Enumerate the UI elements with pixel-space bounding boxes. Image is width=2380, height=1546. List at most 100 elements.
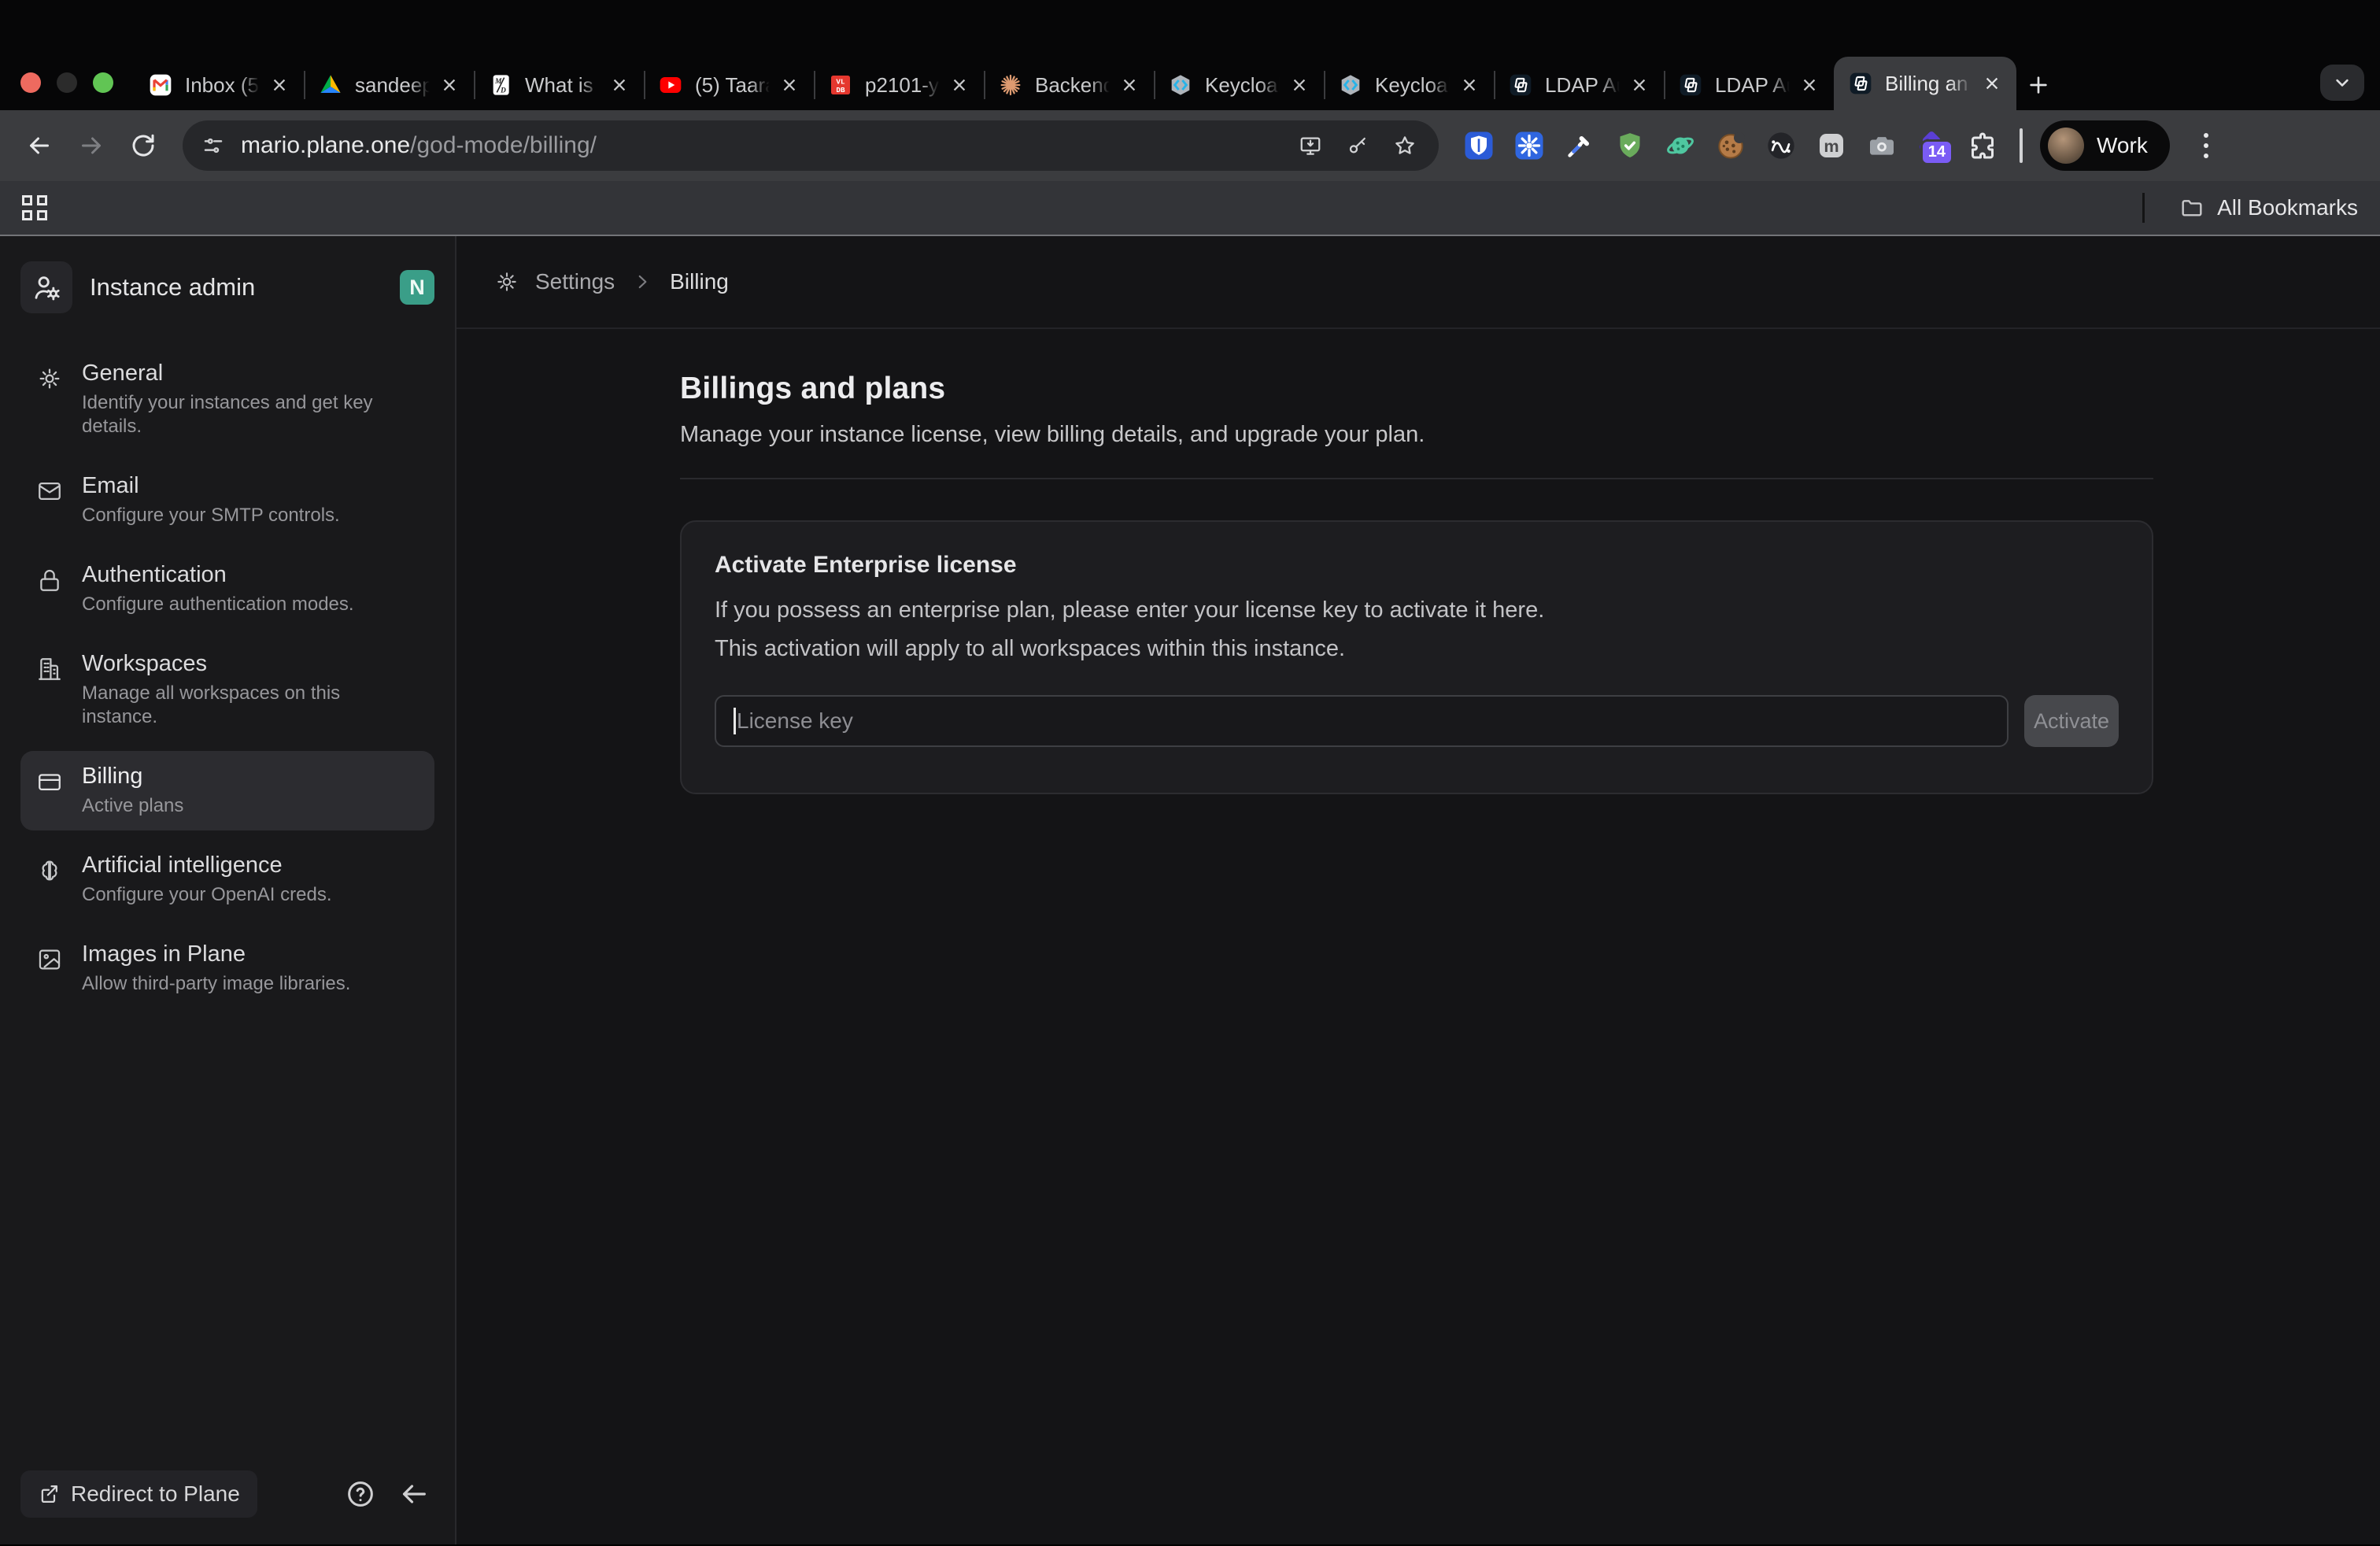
tab-close-icon[interactable] (1798, 73, 1821, 97)
tab-drive[interactable]: sandeep (304, 60, 474, 110)
sidebar-item-general[interactable]: General Identify your instances and get … (20, 348, 434, 451)
eyedropper-icon[interactable] (1563, 129, 1596, 162)
license-key-input[interactable] (715, 695, 2009, 747)
sidebar-item-images-in-plane[interactable]: Images in Plane Allow third-party image … (20, 929, 434, 1008)
password-key-icon[interactable] (1344, 132, 1371, 159)
bookmarks-separator (2142, 193, 2145, 223)
camera-icon[interactable] (1865, 129, 1898, 162)
tab-youtube[interactable]: (5) Taara (644, 60, 814, 110)
sidebar-item-label: Images in Plane (82, 941, 350, 967)
activate-license-card: Activate Enterprise license If you posse… (680, 520, 2153, 794)
zoom-window-button[interactable] (93, 72, 113, 93)
minimize-window-button[interactable] (57, 72, 77, 93)
tab-close-icon[interactable] (438, 73, 461, 97)
lock-icon (35, 565, 65, 595)
plane-extension-icon[interactable]: 14 (1916, 129, 1949, 162)
section-divider (680, 478, 2153, 479)
tab-backend[interactable]: Backend (984, 60, 1154, 110)
instance-admin-icon[interactable] (20, 261, 72, 313)
tab-title: Keycloak (1205, 73, 1281, 98)
tab-keycloak-2[interactable]: Keycloak (1324, 60, 1494, 110)
page-title: Billings and plans (680, 372, 2153, 406)
gmail-favicon (148, 72, 173, 98)
bookmark-star-icon[interactable] (1391, 132, 1418, 159)
bitwarden-icon[interactable] (1462, 129, 1495, 162)
sidebar-item-desc: Configure authentication modes. (82, 593, 354, 616)
puzzle-icon[interactable] (1966, 129, 1999, 162)
shield-check-icon[interactable] (1613, 129, 1646, 162)
tab-close-icon[interactable] (1628, 73, 1651, 97)
external-link-icon (38, 1483, 60, 1505)
url-text[interactable]: mario.plane.one/god-mode/billing/ (241, 132, 597, 159)
tab-keycloak-1[interactable]: Keycloak (1154, 60, 1324, 110)
svg-text:M: M (494, 78, 502, 86)
forward-icon[interactable] (71, 125, 112, 166)
breadcrumb-settings[interactable]: Settings (535, 269, 615, 294)
tab-billing-active[interactable]: Billing an (1834, 57, 2016, 110)
bookmarks-bar: All Bookmarks (0, 181, 2380, 236)
license-row: Activate (715, 695, 2119, 747)
tab-title: p2101-ya (865, 73, 941, 98)
browser-toolbar: mario.plane.one/god-mode/billing/ m 14 (0, 110, 2380, 181)
reload-icon[interactable] (123, 125, 164, 166)
profile-name: Work (2097, 133, 2148, 158)
extensions-row: m 14 (1462, 129, 1999, 162)
palette-icon[interactable] (1664, 129, 1697, 162)
tab-close-icon[interactable] (778, 73, 801, 97)
tab-title: Inbox (5) (185, 73, 261, 98)
tab-close-icon[interactable] (1980, 72, 2004, 95)
cookie-icon[interactable] (1714, 129, 1747, 162)
tab-close-icon[interactable] (608, 73, 631, 97)
sidebar-item-desc: Configure your OpenAI creds. (82, 883, 332, 907)
tab-close-icon[interactable] (1118, 73, 1141, 97)
scribble-icon[interactable] (1765, 129, 1798, 162)
tab-ldap-2[interactable]: LDAP Au (1664, 60, 1834, 110)
svg-text:m: m (1824, 136, 1839, 156)
tab-title: LDAP Au (1715, 73, 1791, 98)
sidebar-item-artificial-intelligence[interactable]: Artificial intelligence Configure your O… (20, 840, 434, 919)
close-window-button[interactable] (20, 72, 41, 93)
keycloak-favicon (1338, 72, 1363, 98)
sidebar-footer: Redirect to Plane (0, 1452, 455, 1544)
tab-title: Keycloak (1375, 73, 1451, 98)
activate-button[interactable]: Activate (2024, 695, 2119, 747)
new-tab-button[interactable] (2016, 60, 2060, 110)
site-info-icon[interactable] (200, 132, 227, 159)
arrow-left-icon[interactable] (397, 1477, 431, 1511)
tab-close-icon[interactable] (1458, 73, 1481, 97)
tab-title: What is (525, 73, 601, 98)
back-icon[interactable] (19, 125, 60, 166)
tab-close-icon[interactable] (948, 73, 971, 97)
browser-window: Inbox (5) sandeep MD What is (5) Taara V… (0, 0, 2380, 1546)
all-bookmarks-button[interactable]: All Bookmarks (2179, 195, 2358, 220)
svg-text:VL: VL (836, 77, 845, 86)
tab-search-button[interactable] (2320, 65, 2364, 101)
help-icon[interactable] (343, 1477, 378, 1511)
m-logo-icon[interactable]: m (1815, 129, 1848, 162)
tab-close-icon[interactable] (268, 73, 291, 97)
apps-grid-icon[interactable] (22, 195, 47, 220)
tab-close-icon[interactable] (1288, 73, 1311, 97)
tab-what-is[interactable]: MD What is (474, 60, 644, 110)
redirect-to-plane-button[interactable]: Redirect to Plane (20, 1470, 257, 1518)
tab-vldb[interactable]: VLDB p2101-ya (814, 60, 984, 110)
sidebar-item-authentication[interactable]: Authentication Configure authentication … (20, 549, 434, 629)
tab-inbox[interactable]: Inbox (5) (134, 60, 304, 110)
profile-chip[interactable]: Work (2040, 120, 2170, 171)
instance-badge[interactable]: N (400, 270, 434, 305)
sidebar-item-workspaces[interactable]: Workspaces Manage all workspaces on this… (20, 638, 434, 742)
address-bar[interactable]: mario.plane.one/god-mode/billing/ (183, 120, 1439, 171)
sidebar-item-desc: Manage all workspaces on this instance. (82, 682, 381, 729)
sun-icon[interactable] (1513, 129, 1546, 162)
sidebar-item-billing[interactable]: Billing Active plans (20, 751, 434, 830)
card-description-line2: This activation will apply to all worksp… (715, 636, 2119, 662)
sidebar-items: General Identify your instances and get … (0, 327, 455, 1452)
image-icon (35, 945, 65, 975)
tab-ldap-1[interactable]: LDAP Au (1494, 60, 1664, 110)
extension-badge: 14 (1920, 139, 1953, 165)
vldb-favicon: VLDB (828, 72, 853, 98)
install-icon[interactable] (1297, 132, 1324, 159)
sidebar-item-email[interactable]: Email Configure your SMTP controls. (20, 460, 434, 540)
sidebar-header: Instance admin N (0, 236, 455, 327)
chrome-menu-icon[interactable] (2190, 133, 2222, 158)
